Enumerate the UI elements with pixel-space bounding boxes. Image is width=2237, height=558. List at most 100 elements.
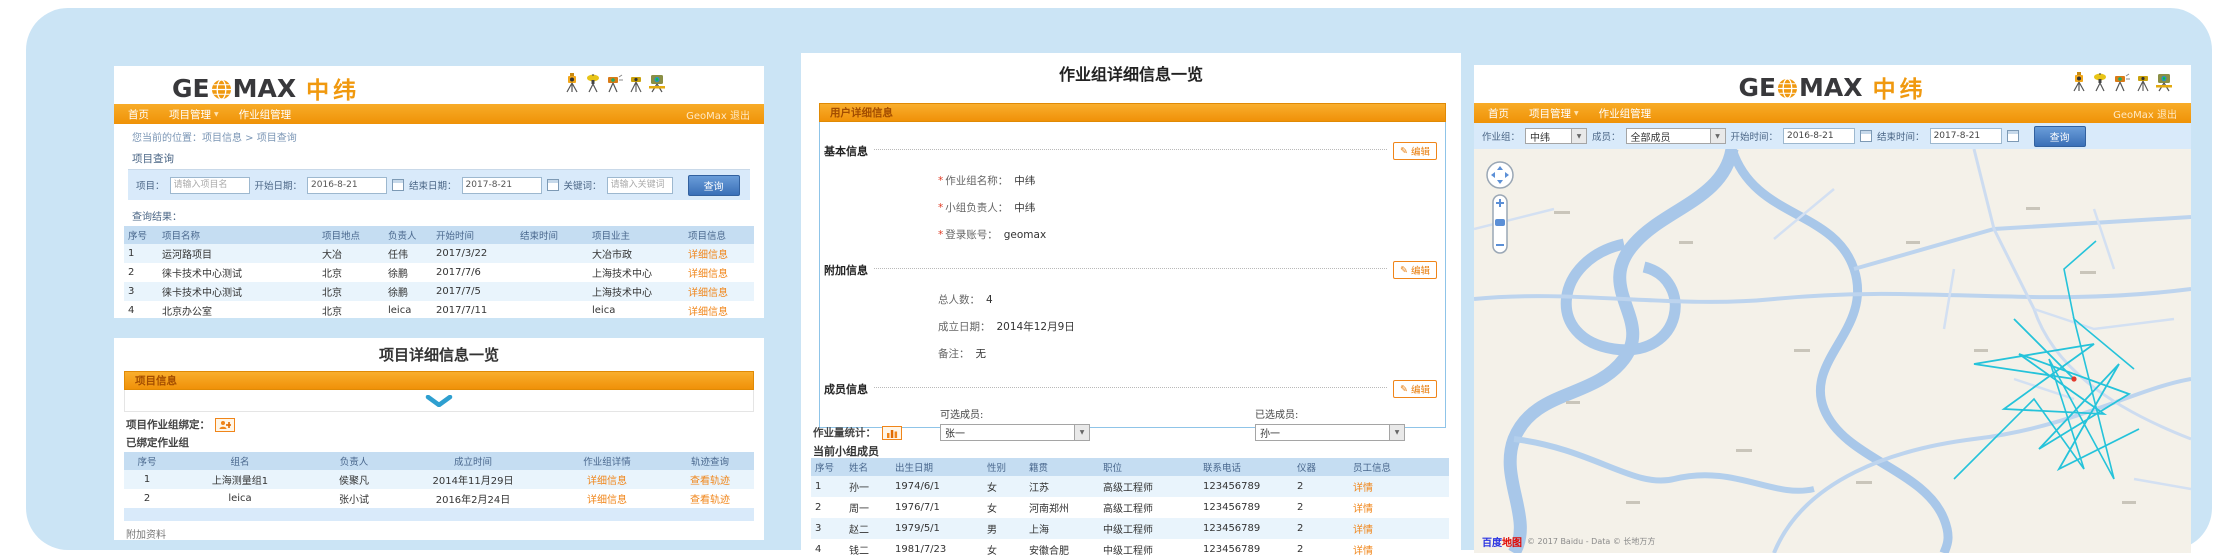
breadcrumb: 您当前的位置：项目信息 > 项目查询 [132,129,764,144]
table-link[interactable]: 查看轨迹 [690,495,730,506]
table-header-row: 序号姓名出生日期性别籍贯职位联系电话仪器员工信息 [811,458,1449,476]
available-members-select[interactable]: 张一 ▼ [940,424,1090,441]
column-header: 负责人 [384,226,432,244]
table-cell: 中级工程师 [1099,518,1199,539]
table-link[interactable]: 详细信息 [688,250,728,261]
column-header: 结束时间 [516,226,588,244]
table-cell: 大冶市政 [588,244,684,263]
edit-extra-button[interactable]: ✎编辑 [1393,261,1437,279]
column-header: 员工信息 [1349,458,1449,476]
end-date-input[interactable] [1930,128,2002,144]
table-row: 4北京办公室北京leica2017/7/11leica详细信息 [124,301,754,318]
project-results-table: 序号项目名称项目地点负责人开始时间结束时间项目业主项目信息1运河路项目大冶任伟2… [124,226,754,318]
table-link[interactable]: 详细信息 [688,269,728,280]
nav-item-project-management[interactable]: 项目管理▼ [1529,106,1579,121]
start-date-input[interactable] [1783,128,1855,144]
table-link[interactable]: 详细信息 [587,476,627,487]
table-cell: 安徽合肥 [1025,539,1099,558]
table-row: 3徕卡技术中心测试北京徐鹏2017/7/5上海技术中心详细信息 [124,282,754,301]
nav-item-project-management[interactable]: 项目管理▼ [169,107,219,122]
logout-link[interactable]: GeoMax 退出 [686,107,750,122]
user-detail-accordion[interactable]: 用户详细信息 [819,103,1446,122]
table-cell: 2017/7/5 [432,282,516,301]
logout-link[interactable]: GeoMax 退出 [2113,106,2177,121]
calendar-icon[interactable] [392,179,404,191]
chevron-down-icon[interactable] [424,395,454,407]
table-cell: 北京 [318,263,384,282]
page-title: 项目详细信息一览 [114,338,764,365]
keyword-input[interactable] [607,177,673,194]
calendar-icon[interactable] [547,179,559,191]
table-link[interactable]: 详细信息 [688,288,728,299]
column-header: 组名 [170,452,310,470]
app-header: GE MAX 中纬 [1474,65,2191,103]
column-header: 出生日期 [891,458,983,476]
start-date-input[interactable] [307,177,387,194]
table-link[interactable]: 详细信息 [688,307,728,318]
logo-text-max: MAX [1799,73,1863,102]
member-select[interactable]: 全部成员 ▼ [1626,128,1726,144]
table-cell: 2 [1293,476,1349,497]
available-members-label: 可选成员: [940,406,1090,421]
table-link[interactable]: 详情 [1353,504,1373,515]
column-header: 职位 [1099,458,1199,476]
table-cell: 2017/7/11 [432,301,516,318]
column-header: 成立时间 [398,452,548,470]
workload-stats-button[interactable] [882,426,902,440]
map-canvas[interactable]: 百度地图 © 2017 Baidu - Data © 长地万方 [1474,149,2191,553]
table-cell: 徐鹏 [384,263,432,282]
gnss-receiver-icon [2092,72,2108,92]
nav-item-home[interactable]: 首页 [128,107,149,122]
nav-item-home[interactable]: 首页 [1488,106,1509,121]
calendar-icon[interactable] [1860,130,1872,142]
edit-basic-button[interactable]: ✎编辑 [1393,142,1437,160]
table-cell: 1 [124,244,158,263]
section-extra-info: 附加信息 ✎编辑 [824,261,1437,279]
section-member-info: 成员信息 ✎编辑 [824,380,1437,398]
workload-label: 作业量统计： [813,425,876,440]
available-members-group: 可选成员: 张一 ▼ [940,406,1090,441]
table-cell: 女 [983,476,1025,497]
logo-text-max: MAX [233,74,297,103]
edit-members-button[interactable]: ✎编辑 [1393,380,1437,398]
accordion-label: 项目信息 [135,373,177,388]
section-basic-info: 基本信息 ✎编辑 [824,142,1437,160]
table-link[interactable]: 查看轨迹 [690,476,730,487]
table-cell: 123456789 [1199,539,1293,558]
map-pan-zoom-control[interactable] [1487,162,1513,253]
table-cell: 侯聚凡 [310,470,398,489]
page-background: GE MAX 中纬 首页 项目管理▼ [26,8,2212,550]
table-cell: 上海测量组1 [170,470,310,489]
scanner-icon [648,73,666,93]
project-name-input[interactable] [170,177,250,194]
query-button[interactable]: 查询 [2034,126,2086,147]
group-select[interactable]: 中纬 ▼ [1525,128,1587,144]
nav-item-workgroup-management[interactable]: 作业组管理 [1599,106,1652,121]
edit-icon: ✎ [1400,146,1408,157]
calendar-icon[interactable] [2007,130,2019,142]
project-info-accordion[interactable]: 项目信息 [124,371,754,390]
selected-members-select[interactable]: 孙一 ▼ [1255,424,1405,441]
required-mark: * [938,229,943,241]
table-cell: 123456789 [1199,476,1293,497]
bind-workgroup-row: 项目作业组绑定： [126,417,764,432]
table-link[interactable]: 详情 [1353,546,1373,557]
table-cell: 2017/7/6 [432,263,516,282]
bind-workgroup-button[interactable] [215,418,235,432]
field-leader: *小组负责人：中纬 [820,200,1445,214]
end-date-input[interactable] [462,177,542,194]
table-footer-strip [124,508,754,521]
table-link[interactable]: 详情 [1353,483,1373,494]
table-row: 2徕卡技术中心测试北京徐鹏2017/7/6上海技术中心详细信息 [124,263,754,282]
project-query-window: GE MAX 中纬 首页 项目管理▼ [114,66,764,318]
table-link[interactable]: 详情 [1353,525,1373,536]
edit-icon: ✎ [1400,384,1408,395]
table-cell: 2 [124,489,170,508]
table-cell: 1974/6/1 [891,476,983,497]
nav-item-workgroup-management[interactable]: 作业组管理 [239,107,292,122]
column-header: 序号 [124,226,158,244]
add-user-icon [219,420,231,430]
table-link[interactable]: 详细信息 [587,495,627,506]
query-button[interactable]: 查询 [688,175,740,196]
main-navbar: 首页 项目管理▼ 作业组管理 GeoMax 退出 [1474,103,2191,123]
